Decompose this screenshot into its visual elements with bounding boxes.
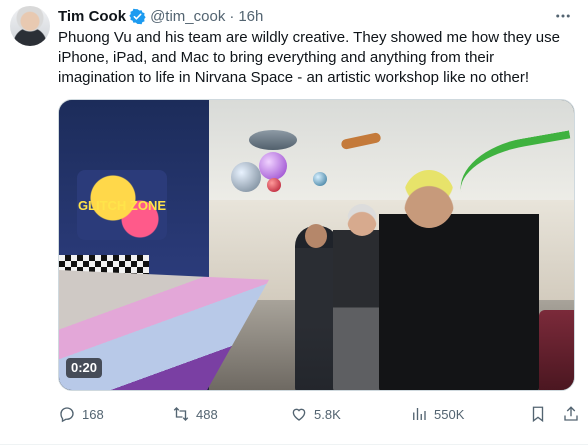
views-icon bbox=[413, 408, 426, 420]
glitch-zone-sign: GLITCH ZONE bbox=[77, 170, 167, 240]
tweet-time[interactable]: 16h bbox=[238, 8, 263, 25]
views-button[interactable]: 550K bbox=[410, 402, 464, 426]
tweet-header: Tim Cook @tim_cook · 16h bbox=[58, 6, 263, 26]
like-button[interactable]: 5.8K bbox=[290, 402, 341, 426]
action-bar: 168 488 5.8K 550K bbox=[58, 402, 580, 426]
more-options-icon[interactable] bbox=[552, 6, 574, 26]
person bbox=[379, 170, 539, 390]
video-duration-badge: 0:20 bbox=[66, 358, 103, 378]
verified-badge-icon bbox=[129, 8, 146, 24]
stool bbox=[539, 310, 574, 390]
reply-count: 168 bbox=[82, 406, 104, 422]
share-icon[interactable] bbox=[562, 405, 580, 423]
repost-button[interactable]: 488 bbox=[172, 402, 218, 426]
bookmark-icon[interactable] bbox=[529, 405, 547, 423]
tweet-video[interactable]: GLITCH ZONE bbox=[58, 99, 575, 391]
author-name[interactable]: Tim Cook bbox=[58, 8, 126, 25]
repost-icon bbox=[173, 407, 189, 421]
repost-count: 488 bbox=[196, 406, 218, 422]
disco-ornament bbox=[231, 162, 261, 192]
avatar[interactable] bbox=[10, 6, 50, 46]
tweet-card[interactable]: Tim Cook @tim_cook · 16h Phuong Vu and h… bbox=[0, 0, 588, 445]
author-handle[interactable]: @tim_cook bbox=[150, 8, 225, 25]
reply-icon bbox=[60, 407, 74, 423]
reply-button[interactable]: 168 bbox=[58, 402, 104, 426]
disco-ornament bbox=[313, 172, 327, 186]
views-count: 550K bbox=[434, 406, 465, 422]
like-icon bbox=[292, 408, 306, 421]
sign-text: GLITCH ZONE bbox=[78, 198, 166, 213]
separator-dot: · bbox=[229, 7, 235, 25]
disco-ornament bbox=[267, 178, 281, 192]
like-count: 5.8K bbox=[314, 406, 341, 422]
disco-ornament bbox=[249, 130, 297, 150]
tweet-text: Phuong Vu and his team are wildly creati… bbox=[58, 29, 560, 86]
disco-ornament bbox=[259, 152, 287, 180]
